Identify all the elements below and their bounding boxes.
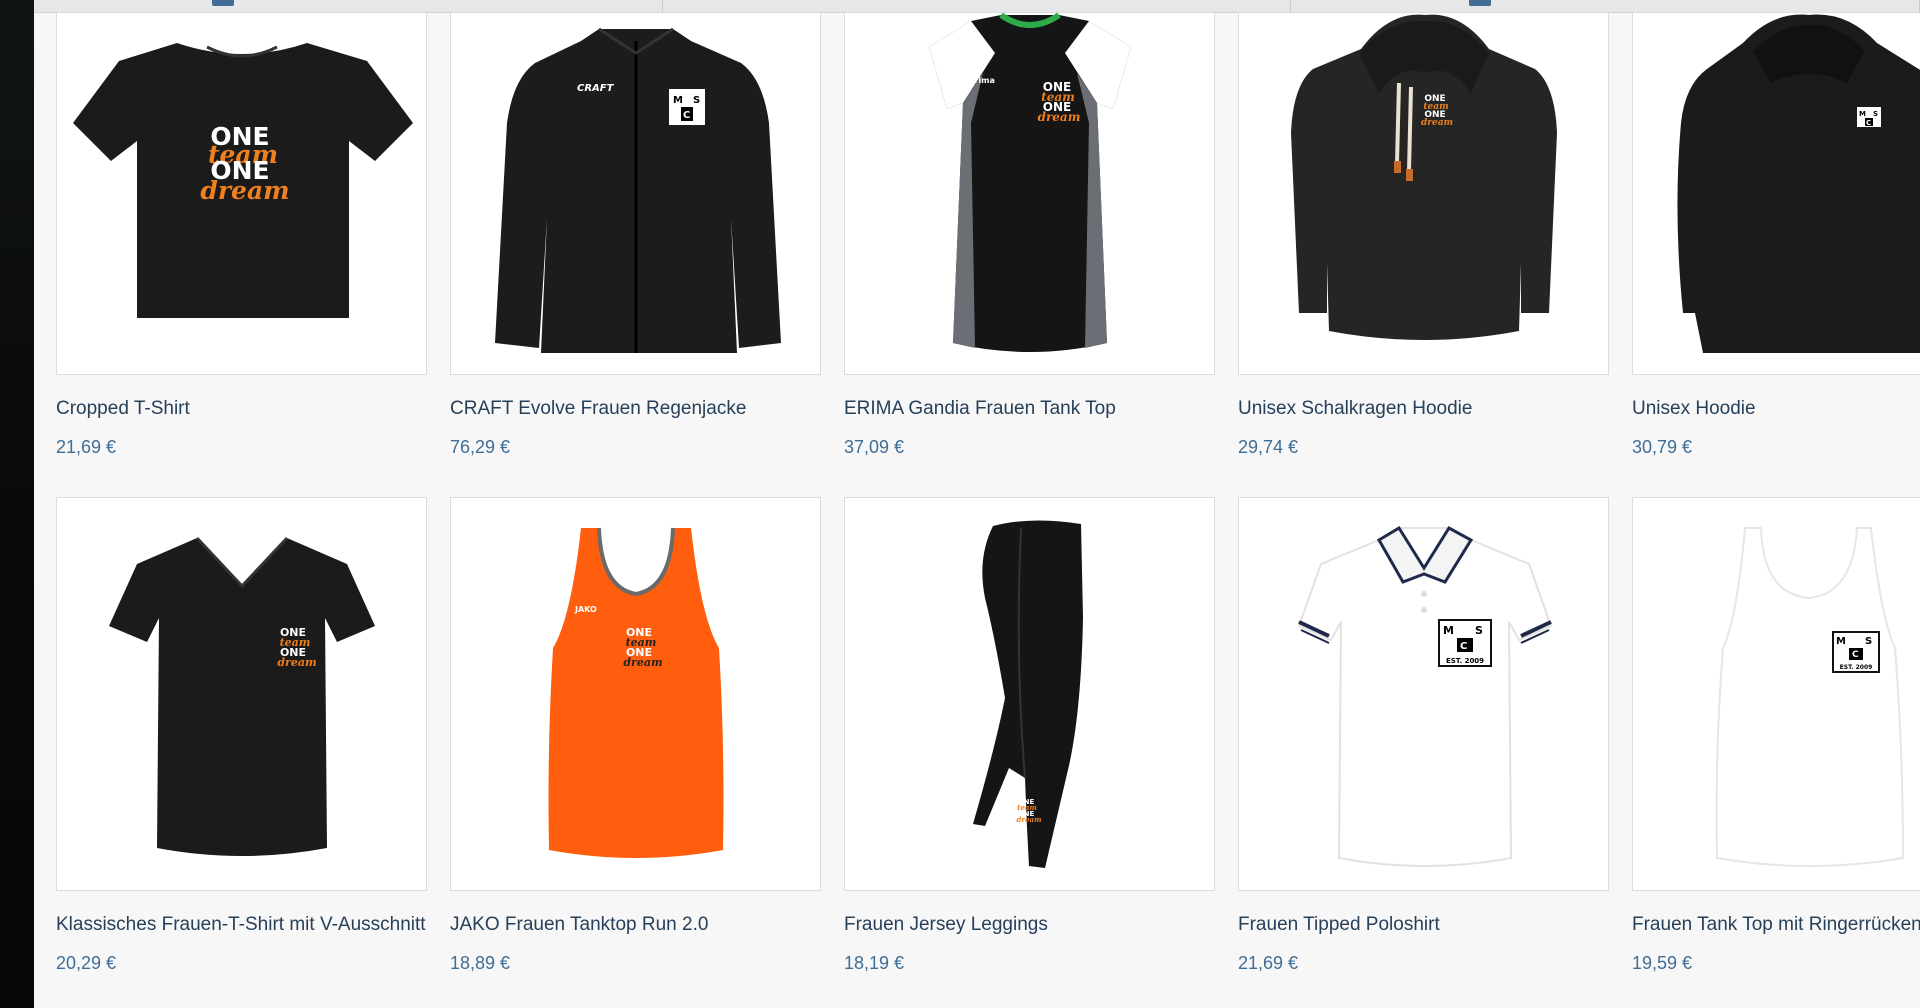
logo-letter: S	[1475, 624, 1483, 637]
product-card[interactable]: ONE team ONE dream	[1238, 12, 1609, 375]
unisex-hoodie-image: M S C	[1677, 14, 1920, 353]
vneck-tshirt-image: ONE team ONE dream	[109, 536, 375, 856]
product-price: 19,59 €	[1632, 953, 1693, 973]
product-card[interactable]: ONE team ONE dream	[56, 12, 427, 375]
racerback-tanktop-image: M S C EST. 2009	[1715, 527, 1905, 867]
logo-letter: S	[1873, 110, 1878, 118]
product-price: 29,74 €	[1238, 437, 1299, 457]
tab-favicon-icon	[212, 0, 234, 6]
product-title[interactable]: Unisex Schalkragen Hoodie	[1238, 398, 1472, 420]
product-card[interactable]: M S C EST. 2009	[1238, 497, 1609, 891]
product-card[interactable]: erima ONE team ONE dream	[844, 12, 1215, 375]
logo-letter: M	[1859, 110, 1866, 118]
tab-favicon-icon	[1469, 0, 1492, 6]
product-title[interactable]: Frauen Tipped Poloshirt	[1238, 914, 1440, 936]
browser-tab[interactable]	[663, 0, 1292, 12]
product-price: 18,89 €	[450, 953, 511, 973]
product-price: 18,19 €	[844, 953, 905, 973]
product-title[interactable]: JAKO Frauen Tanktop Run 2.0	[450, 914, 708, 936]
logo-est: EST. 2009	[1840, 664, 1873, 671]
product-grid-page: ONE team ONE dream Cropped T-Shirt 21,69…	[34, 0, 1920, 1008]
jersey-leggings-image: ONE team ONE dream	[973, 520, 1083, 868]
desktop-background	[0, 0, 34, 1008]
product-card[interactable]: JAKO ONE team ONE dream	[450, 497, 821, 891]
product-card[interactable]: M S C	[1632, 12, 1920, 375]
print-text: dream	[1038, 110, 1081, 124]
print-text: CRAFT	[577, 83, 615, 94]
product-title[interactable]: Klassisches Frauen-T-Shirt mit V-Ausschn…	[56, 914, 426, 936]
browser-tab[interactable]	[1291, 0, 1920, 12]
product-price: 37,09 €	[844, 437, 905, 457]
print-text: dream	[277, 656, 316, 669]
product-card[interactable]: ONE team ONE dream	[56, 497, 427, 891]
product-card[interactable]: CRAFT M S C	[450, 12, 821, 375]
product-card[interactable]: M S C EST. 2009	[1632, 497, 1920, 891]
product-price: 30,79 €	[1632, 437, 1693, 457]
erima-jersey-image: erima ONE team ONE dream	[929, 13, 1131, 352]
print-text: dream	[1017, 815, 1042, 824]
logo-letter: M	[1443, 624, 1454, 637]
logo-letter: M	[1836, 636, 1846, 647]
jako-tanktop-image: JAKO ONE team ONE dream	[548, 527, 724, 858]
logo-letter: S	[693, 95, 700, 106]
print-text: JAKO	[574, 605, 597, 614]
print-text: dream	[1421, 118, 1453, 128]
product-title[interactable]: Frauen Jersey Leggings	[844, 914, 1048, 936]
print-text: erima	[969, 76, 995, 85]
product-title[interactable]: Unisex Hoodie	[1632, 398, 1756, 420]
print-text: dream	[200, 176, 289, 205]
logo-letter: C	[683, 110, 690, 121]
product-price: 20,29 €	[56, 953, 117, 973]
product-title[interactable]: Cropped T-Shirt	[56, 398, 190, 420]
logo-est: EST. 2009	[1446, 657, 1484, 665]
product-title[interactable]: ERIMA Gandia Frauen Tank Top	[844, 398, 1116, 420]
product-title[interactable]: Frauen Tank Top mit Ringerrücken	[1632, 914, 1920, 936]
product-price: 21,69 €	[1238, 953, 1299, 973]
logo-letter: M	[673, 95, 683, 106]
logo-letter: C	[1852, 650, 1859, 660]
cropped-tshirt-image: ONE team ONE dream	[73, 43, 413, 318]
logo-letter: C	[1866, 119, 1871, 127]
print-text: dream	[623, 656, 662, 669]
logo-letter: C	[1460, 641, 1467, 652]
logo-letter: S	[1865, 636, 1872, 647]
shawl-collar-hoodie-image: ONE team ONE dream	[1291, 14, 1557, 340]
tipped-poloshirt-image: M S C EST. 2009	[1297, 525, 1553, 867]
product-price: 21,69 €	[56, 437, 117, 457]
craft-rain-jacket-image: CRAFT M S C	[495, 27, 781, 353]
product-price: 76,29 €	[450, 437, 511, 457]
product-card[interactable]: ONE team ONE dream	[844, 497, 1215, 891]
browser-tab[interactable]	[34, 0, 663, 12]
product-title[interactable]: CRAFT Evolve Frauen Regenjacke	[450, 398, 746, 420]
